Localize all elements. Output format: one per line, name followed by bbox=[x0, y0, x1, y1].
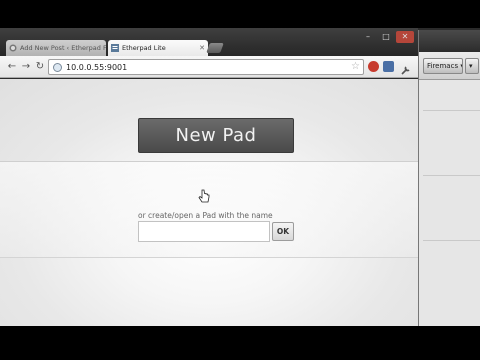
globe-icon bbox=[53, 63, 62, 72]
new-tab-button[interactable] bbox=[206, 43, 224, 53]
wrench-icon[interactable] bbox=[400, 61, 411, 75]
background-browser-window[interactable]: Firemacs ▾ ▾ bbox=[418, 30, 480, 326]
back-button[interactable]: ← bbox=[6, 60, 18, 74]
maximize-icon: □ bbox=[382, 32, 390, 41]
etherpad-icon bbox=[111, 44, 119, 52]
divider bbox=[423, 175, 480, 176]
background-page bbox=[419, 80, 480, 326]
maximize-button[interactable]: □ bbox=[378, 31, 394, 43]
pad-name-input[interactable] bbox=[138, 221, 270, 242]
forward-arrow-icon: → bbox=[21, 61, 31, 72]
hand-cursor-icon bbox=[198, 189, 210, 203]
wordpress-icon bbox=[9, 44, 17, 52]
background-titlebar bbox=[419, 30, 480, 52]
bottom-letterbox bbox=[0, 326, 480, 360]
minimize-button[interactable]: – bbox=[360, 31, 376, 43]
background-toolbar: Firemacs ▾ ▾ bbox=[419, 52, 480, 80]
address-bar[interactable]: 10.0.0.55:9001 ☆ bbox=[48, 59, 364, 75]
tab-label: Etherpad Lite bbox=[122, 44, 166, 52]
create-pad-label: or create/open a Pad with the name bbox=[138, 211, 273, 220]
divider bbox=[423, 110, 480, 111]
chevron-down-icon: ▾ bbox=[469, 62, 473, 70]
close-window-button[interactable]: ✕ bbox=[396, 31, 414, 43]
browser-window: Add New Post ‹ Etherpad Fi Etherpad Lite… bbox=[0, 28, 418, 326]
minimize-icon: – bbox=[366, 32, 370, 41]
firemacs-button[interactable]: Firemacs ▾ bbox=[423, 58, 463, 74]
stop-extension-icon[interactable] bbox=[368, 61, 379, 72]
screen: Firemacs ▾ ▾ Add New Post ‹ Etherpad Fi … bbox=[0, 0, 480, 360]
close-tab-icon[interactable]: ✕ bbox=[199, 40, 205, 56]
tab-label: Add New Post ‹ Etherpad Fi bbox=[20, 44, 106, 52]
forward-button[interactable]: → bbox=[20, 60, 32, 74]
url-text: 10.0.0.55:9001 bbox=[66, 63, 128, 72]
firemacs-label: Firemacs bbox=[427, 62, 459, 70]
titlebar: Add New Post ‹ Etherpad Fi Etherpad Lite… bbox=[0, 28, 418, 56]
toolbar: ← → ↻ 10.0.0.55:9001 ☆ bbox=[0, 56, 418, 78]
tab-add-new-post[interactable]: Add New Post ‹ Etherpad Fi bbox=[6, 40, 106, 56]
divider bbox=[0, 257, 418, 258]
extension-icon[interactable] bbox=[383, 61, 394, 72]
close-icon: ✕ bbox=[401, 32, 409, 41]
back-arrow-icon: ← bbox=[7, 61, 17, 72]
ok-button[interactable]: OK bbox=[272, 222, 294, 241]
bookmark-star-icon[interactable]: ☆ bbox=[351, 60, 360, 74]
tab-etherpad-lite[interactable]: Etherpad Lite ✕ bbox=[108, 40, 208, 56]
divider bbox=[423, 240, 480, 241]
background-menu-button[interactable]: ▾ bbox=[465, 58, 479, 74]
chevron-down-icon: ▾ bbox=[460, 62, 462, 70]
reload-button[interactable]: ↻ bbox=[34, 60, 46, 74]
reload-icon: ↻ bbox=[35, 61, 45, 72]
center-band bbox=[0, 162, 418, 257]
new-pad-button[interactable]: New Pad bbox=[138, 118, 294, 153]
